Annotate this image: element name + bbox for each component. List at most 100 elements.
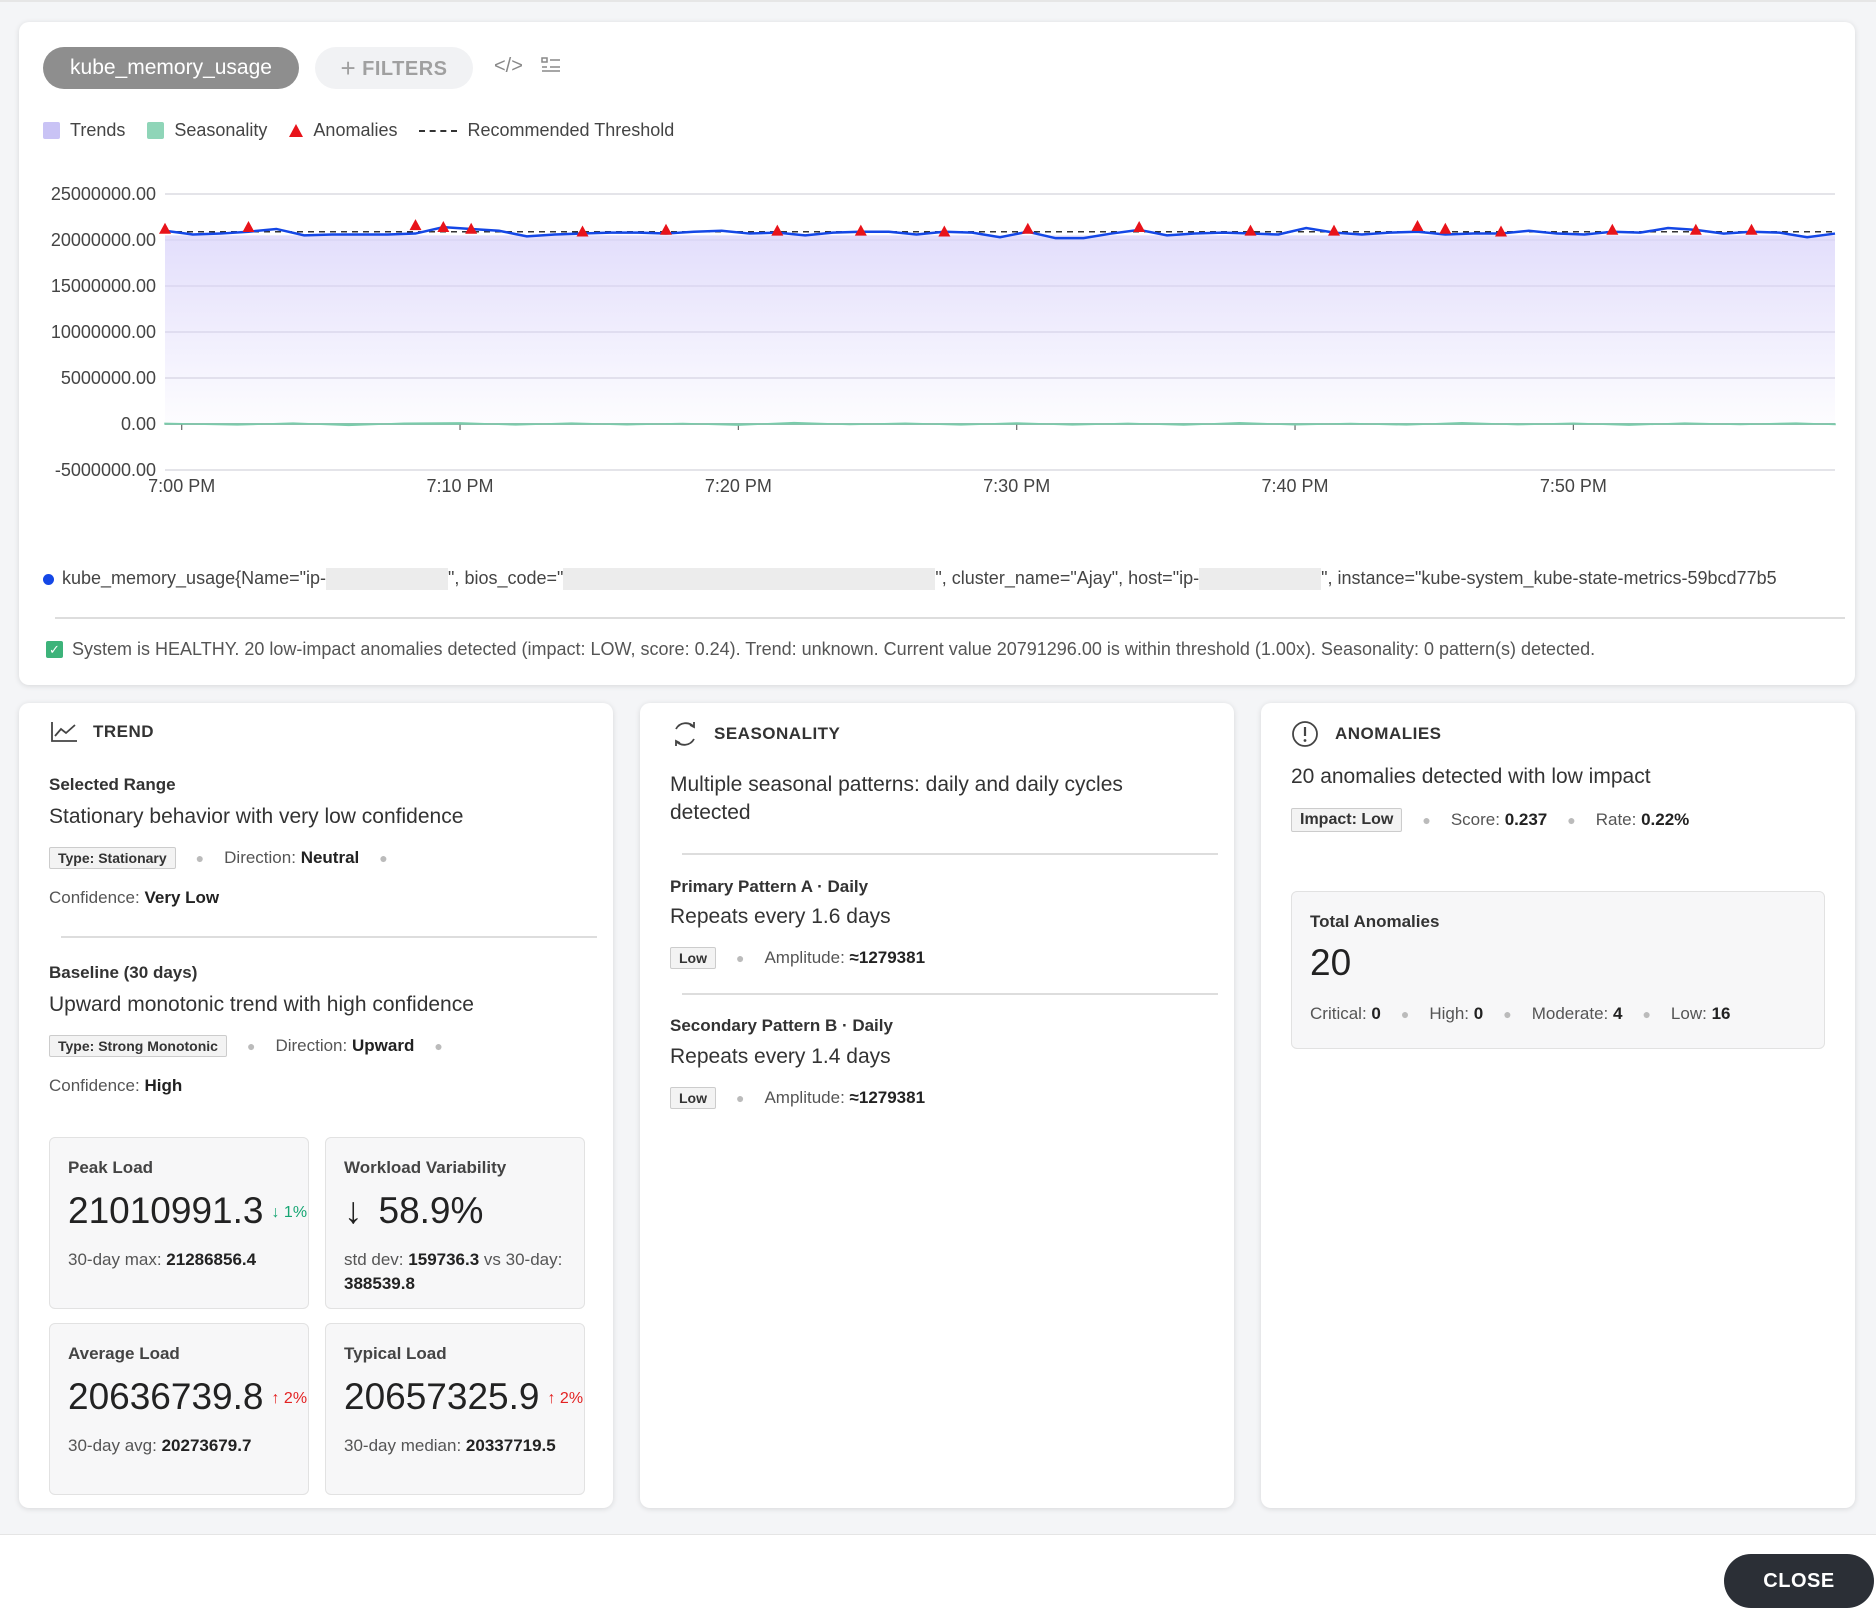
x-tick-label: 7:10 PM — [427, 476, 494, 496]
total-anomalies-title: Total Anomalies — [1310, 912, 1440, 931]
anomaly-marker[interactable] — [1133, 220, 1146, 232]
dialog-footer — [0, 1534, 1876, 1621]
anomaly-marker[interactable] — [409, 219, 422, 231]
variability-value: 58.9% — [378, 1190, 484, 1231]
critical-value: 0 — [1371, 1004, 1381, 1023]
secondary-pattern-desc: Repeats every 1.4 days — [670, 1045, 891, 1068]
amplitude-value: ≈1279381 — [849, 1088, 926, 1107]
legend-threshold[interactable]: Recommended Threshold — [419, 120, 674, 141]
strength-badge: Low — [670, 1087, 716, 1109]
anomaly-marker[interactable] — [242, 220, 255, 232]
peak-load-value: 21010991.3 — [68, 1190, 264, 1231]
sub-key: 30-day max: — [68, 1250, 162, 1269]
impact-tag: Impact: Low — [1291, 808, 1403, 832]
sub-value: 21286856.4 — [166, 1250, 257, 1269]
x-tick-label: 7:00 PM — [148, 476, 215, 496]
seasonality-desc: Multiple seasonal patterns: daily and da… — [670, 773, 1123, 824]
baseline-meta: Type: Strong Monotonic ● Direction: Upwa… — [49, 1035, 463, 1057]
seasonality-title: SEASONALITY — [714, 724, 841, 743]
direction-key: Direction: — [275, 1036, 348, 1055]
secondary-pattern-title: Secondary Pattern B · Daily — [670, 1016, 893, 1035]
refresh-cycle-icon — [670, 720, 700, 748]
legend-trends[interactable]: Trends — [43, 120, 125, 141]
legend-anomalies[interactable]: Anomalies — [289, 120, 397, 141]
typical-load-value-row: 20657325.9 ↑ 2% — [344, 1376, 583, 1418]
anomalies-meta: Impact: Low ● Score: 0.237 ● Rate: 0.22% — [1291, 808, 1689, 832]
series-label[interactable]: kube_memory_usage{Name="ip- ", bios_code=… — [43, 568, 1855, 591]
anomaly-marker[interactable] — [1411, 220, 1424, 232]
divider — [61, 936, 597, 938]
typical-load-sub: 30-day median: 20337719.5 — [344, 1434, 572, 1458]
peak-load-change: ↓ 1% — [271, 1204, 308, 1222]
seasonality-area — [164, 421, 1836, 427]
impact-key: Impact: — [1300, 811, 1357, 828]
peak-load-sub: 30-day max: 21286856.4 — [68, 1248, 296, 1272]
type-key: Type: — [58, 850, 95, 866]
filters-button[interactable]: + FILTERS — [315, 47, 473, 89]
anomalies-desc: 20 anomalies detected with low impact — [1291, 765, 1651, 788]
average-load-change: ↑ 2% — [271, 1390, 308, 1408]
series-label-part: kube_memory_usage{Name="ip- — [62, 568, 327, 588]
sub-key: 30-day median: — [344, 1436, 462, 1455]
metric-pill[interactable]: kube_memory_usage — [43, 47, 299, 89]
sub-value: 20337719.5 — [465, 1436, 556, 1455]
trend-header: TREND — [49, 720, 154, 744]
chart-legend: Trends Seasonality Anomalies Recommended… — [43, 120, 696, 141]
close-button[interactable]: CLOSE — [1724, 1554, 1874, 1608]
average-load-card: Average Load 20636739.8 ↑ 2% 30-day avg: … — [49, 1323, 309, 1495]
anomaly-marker[interactable] — [660, 223, 672, 235]
anomaly-marker[interactable] — [771, 224, 784, 236]
amplitude-key: Amplitude: — [764, 1088, 845, 1107]
anomalies-header: ANOMALIES — [1291, 720, 1442, 748]
series-label-part: ", instance="kube-system_kube-state-metr… — [1321, 568, 1777, 588]
sub-value: 20273679.7 — [161, 1436, 252, 1455]
amplitude-key: Amplitude: — [764, 948, 845, 967]
legend-seasonality[interactable]: Seasonality — [147, 120, 267, 141]
y-tick-label: 10000000.00 — [51, 322, 156, 342]
anomaly-marker[interactable] — [1606, 223, 1619, 235]
anomaly-marker[interactable] — [854, 224, 867, 236]
average-load-title: Average Load — [68, 1344, 180, 1363]
primary-pattern-desc: Repeats every 1.6 days — [670, 905, 891, 928]
confidence-value: High — [144, 1076, 183, 1095]
x-tick-label: 7:20 PM — [705, 476, 772, 496]
redacted-block — [326, 568, 449, 591]
dashed-line-icon — [419, 129, 458, 132]
critical-key: Critical: — [1310, 1004, 1367, 1023]
type-tag: Type: Stationary — [49, 847, 176, 869]
sub-value-2: 388539.8 — [344, 1274, 415, 1293]
secondary-pattern-meta: Low ● Amplitude: ≈1279381 — [670, 1087, 925, 1109]
divider — [682, 853, 1218, 855]
anomaly-marker[interactable] — [1328, 224, 1340, 236]
direction-key: Direction: — [224, 848, 296, 867]
anomaly-marker[interactable] — [1439, 222, 1452, 234]
low-value: 16 — [1711, 1004, 1731, 1023]
selected-range-desc: Stationary behavior with very low confid… — [49, 805, 464, 828]
variability-title: Workload Variability — [344, 1158, 507, 1177]
code-icon[interactable]: </> — [494, 55, 523, 78]
typical-load-card: Typical Load 20657325.9 ↑ 2% 30-day media… — [325, 1323, 585, 1495]
primary-pattern-title: Primary Pattern A · Daily — [670, 877, 869, 896]
selected-range-meta: Type: Stationary ● Direction: Neutral ● — [49, 847, 408, 869]
anomalies-panel: ANOMALIES 20 anomalies detected with low… — [1261, 703, 1855, 1508]
anomaly-marker[interactable] — [1021, 222, 1034, 234]
moderate-value: 4 — [1612, 1004, 1623, 1023]
trend-title: TREND — [93, 722, 155, 741]
anomaly-marker[interactable] — [1745, 223, 1758, 235]
list-settings-icon[interactable] — [540, 55, 562, 81]
amplitude-value: ≈1279381 — [849, 948, 926, 967]
time-series-chart[interactable]: 25000000.00 20000000.00 15000000.00 1000000… — [19, 182, 1855, 582]
confidence-key: Confidence: — [49, 1076, 140, 1095]
anomaly-marker[interactable] — [1244, 224, 1257, 236]
confidence-key: Confidence: — [49, 888, 140, 907]
top-border — [0, 0, 1876, 2]
status-row: ✓ System is HEALTHY. 20 low-impact anoma… — [46, 639, 1595, 660]
anomaly-marker[interactable] — [159, 222, 171, 234]
type-key: Type: — [58, 1038, 95, 1054]
trend-area — [165, 235, 1835, 424]
direction-value: Neutral — [300, 848, 360, 867]
selected-confidence: Confidence: Very Low — [49, 888, 219, 908]
rate-key: Rate: — [1595, 810, 1637, 829]
chart-card: kube_memory_usage + FILTERS </> Trends Se… — [19, 22, 1855, 685]
series-label-part: ", cluster_name="Ajay", host="ip- — [935, 568, 1200, 588]
